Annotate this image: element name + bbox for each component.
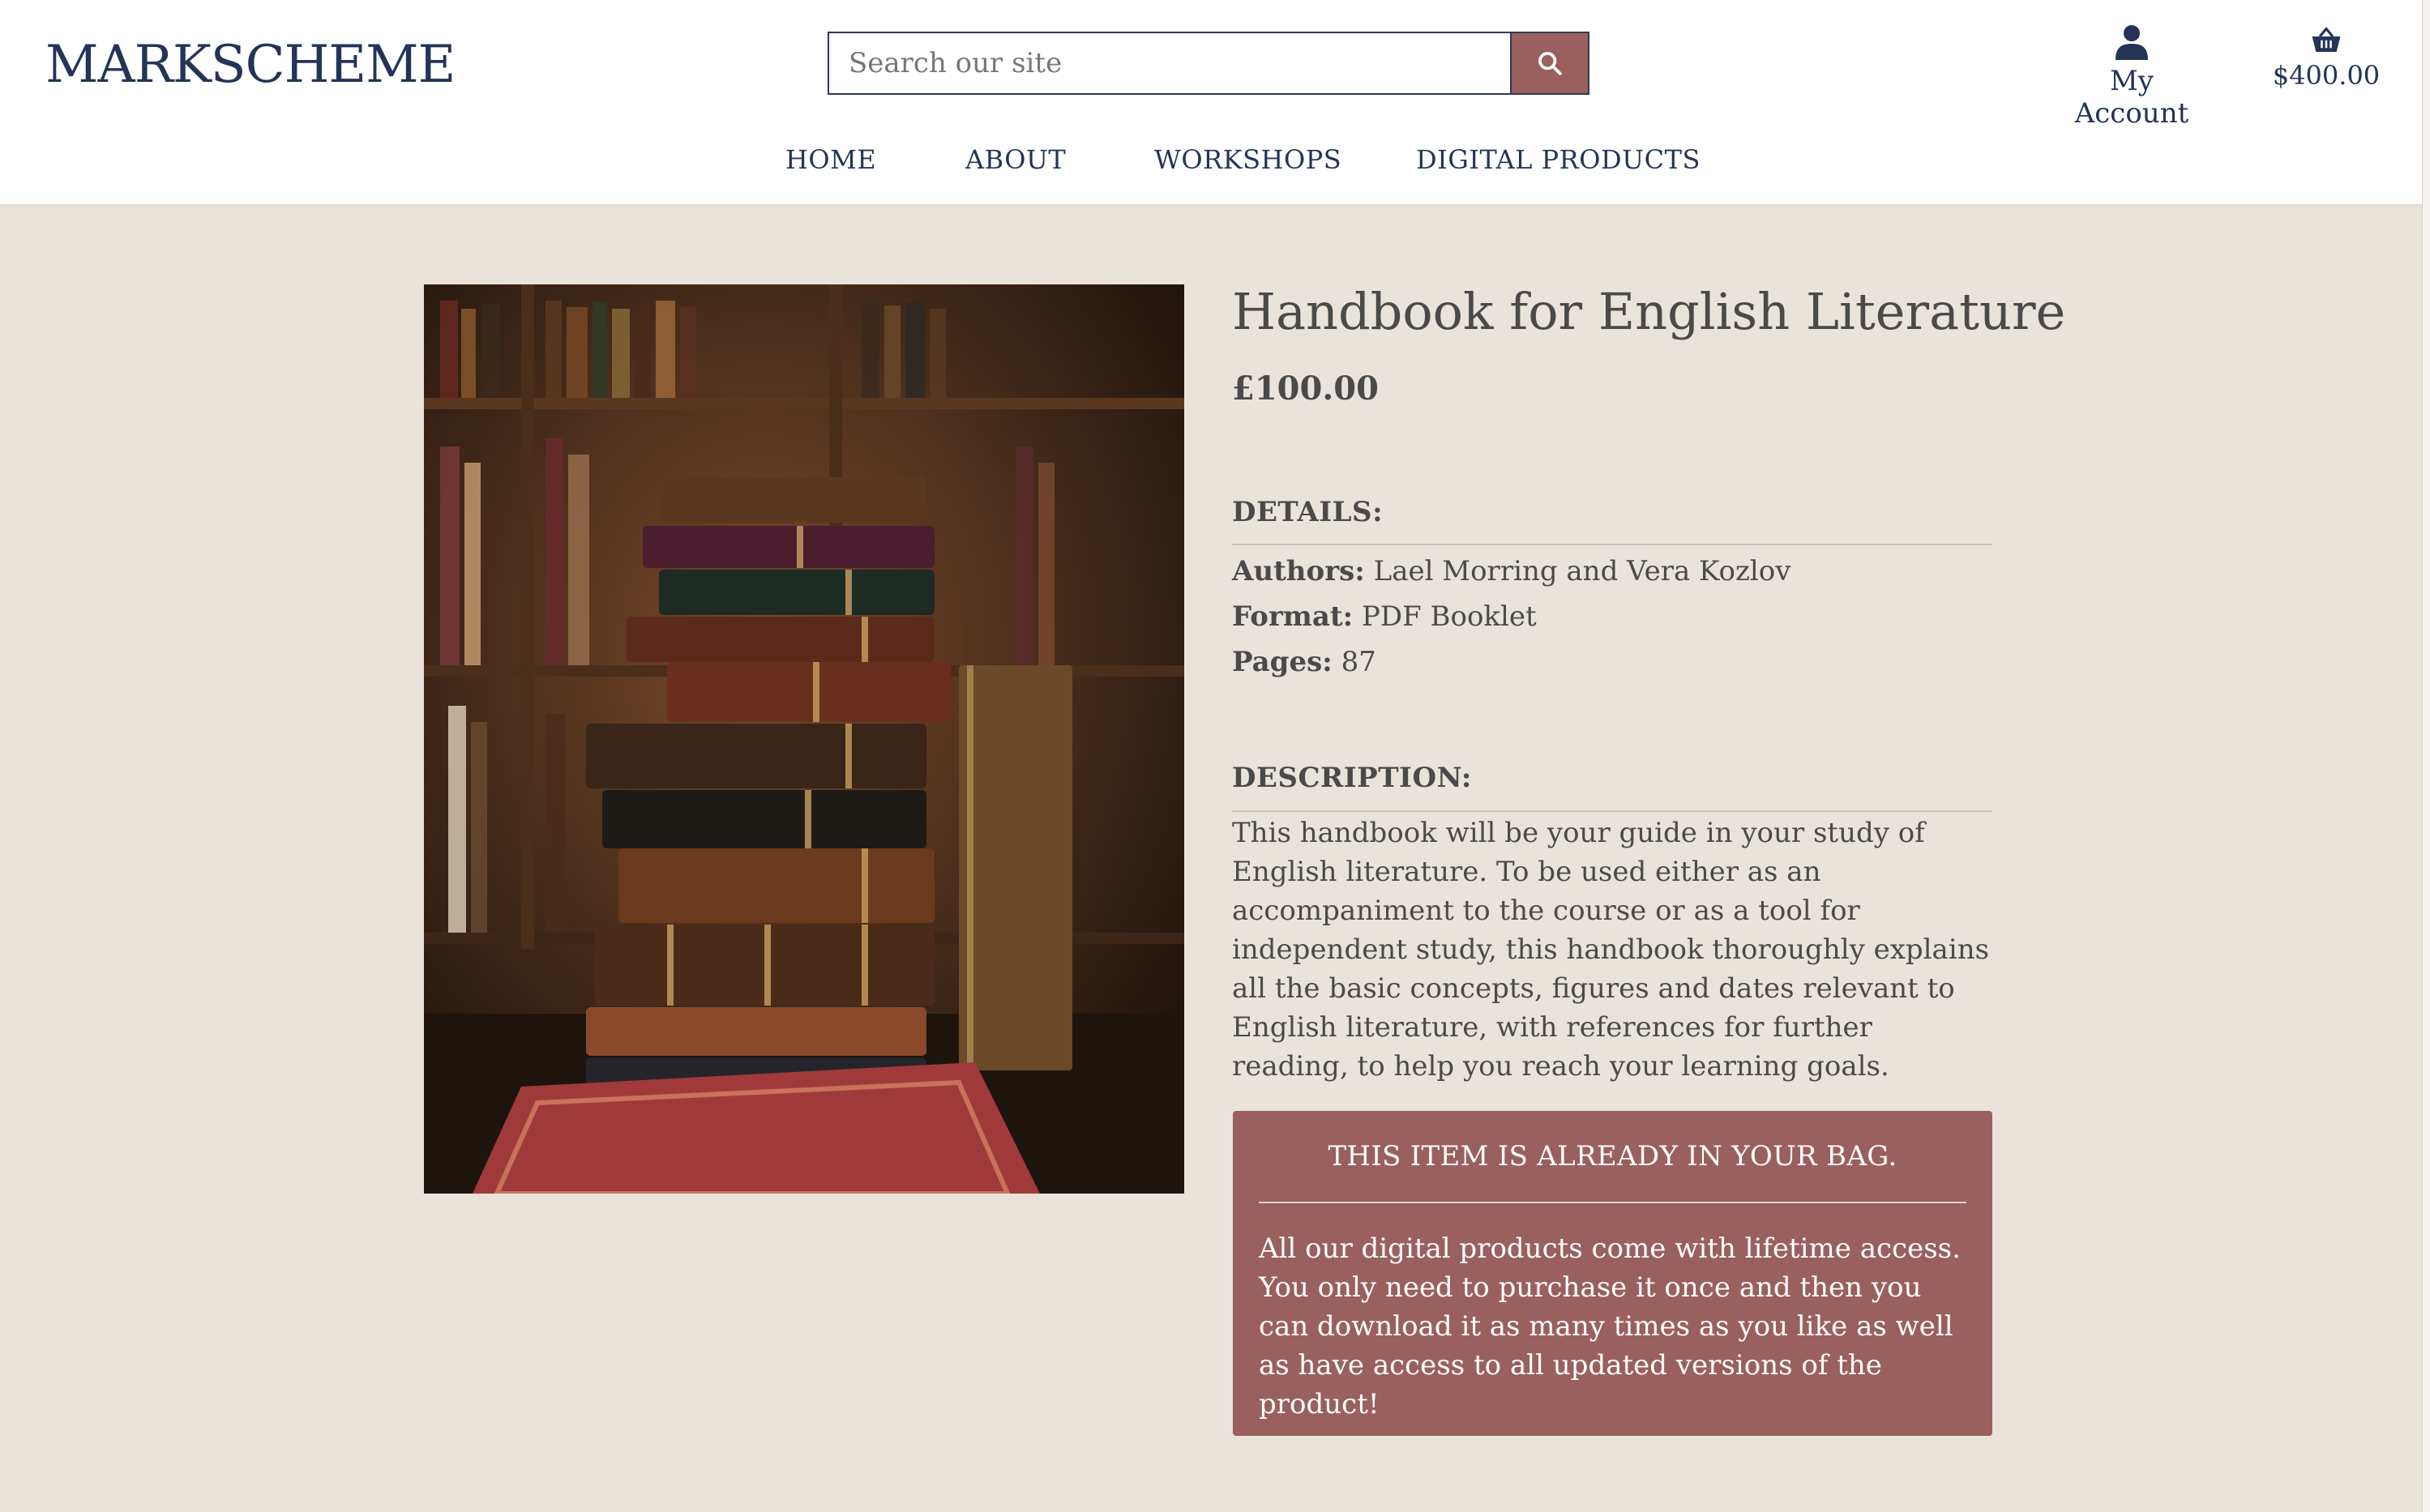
- user-icon: [2116, 25, 2148, 60]
- search-bar: [828, 32, 1589, 95]
- description-divider: [1232, 810, 1992, 812]
- bag-notice-body: All our digital products come with lifet…: [1259, 1232, 1961, 1420]
- page-scrollbar[interactable]: [2422, 0, 2430, 1512]
- nav-item-workshops[interactable]: WORKSHOPS: [1154, 144, 1341, 175]
- detail-pages: Pages: 87: [1232, 646, 1376, 678]
- detail-format: Format: PDF Booklet: [1232, 600, 1537, 633]
- bag-total: $400.00: [2272, 60, 2381, 91]
- search-input[interactable]: [829, 33, 1510, 93]
- nav-item-digital-products[interactable]: DIGITAL PRODUCTS: [1416, 144, 1701, 175]
- detail-label: Pages:: [1232, 646, 1333, 678]
- site-logo[interactable]: MARKSCHEME: [45, 32, 456, 97]
- product-description: This handbook will be your guide in your…: [1232, 817, 1990, 1083]
- description-heading: DESCRIPTION:: [1232, 762, 1472, 794]
- nav-item-about[interactable]: ABOUT: [965, 144, 1066, 175]
- detail-value: Lael Morring and Vera Kozlov: [1373, 555, 1791, 587]
- product-price: £100.00: [1232, 369, 1379, 408]
- bag-notice-divider: [1259, 1202, 1966, 1203]
- bag-notice-heading: THIS ITEM IS ALREADY IN YOUR BAG.: [1328, 1140, 1897, 1172]
- detail-label: Format:: [1232, 600, 1354, 633]
- detail-value: PDF Booklet: [1361, 600, 1537, 633]
- detail-authors: Authors: Lael Morring and Vera Kozlov: [1232, 555, 1790, 587]
- basket-icon: [2312, 27, 2341, 53]
- nav-item-home[interactable]: HOME: [785, 144, 876, 175]
- detail-value: 87: [1341, 646, 1376, 678]
- search-button[interactable]: [1510, 33, 1588, 93]
- detail-label: Authors:: [1232, 555, 1365, 587]
- product-title: Handbook for English Literature: [1232, 282, 2066, 341]
- product-image: [424, 284, 1184, 1194]
- details-divider: [1232, 544, 1992, 545]
- already-in-bag-notice: THIS ITEM IS ALREADY IN YOUR BAG. All ou…: [1233, 1111, 1992, 1436]
- shopping-bag-link[interactable]: $400.00: [2261, 26, 2391, 91]
- search-icon: [1538, 52, 1562, 75]
- site-header: MARKSCHEME My Account $400.00 HOME ABOUT: [0, 0, 2422, 204]
- main-nav: HOME ABOUT WORKSHOPS DIGITAL PRODUCTS: [0, 144, 2422, 180]
- details-heading: DETAILS:: [1232, 496, 1384, 528]
- my-account-label: My Account: [2074, 65, 2189, 130]
- my-account-link[interactable]: My Account: [2051, 24, 2213, 130]
